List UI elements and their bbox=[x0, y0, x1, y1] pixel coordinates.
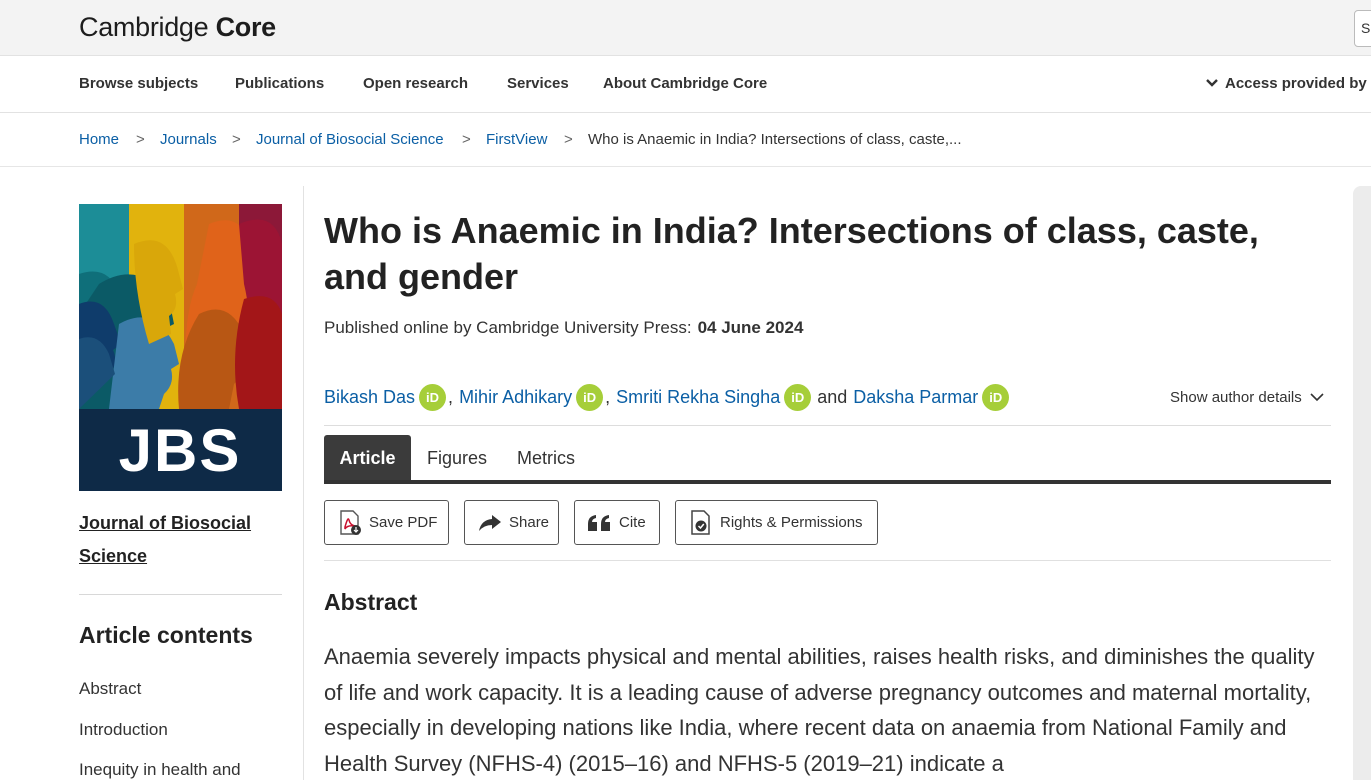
breadcrumb-journals[interactable]: Journals bbox=[160, 131, 217, 148]
orcid-icon[interactable]: iD bbox=[419, 384, 447, 411]
share-arrow-icon bbox=[477, 510, 503, 536]
published-prefix: Published online by Cambridge University… bbox=[324, 318, 692, 337]
access-provided-toggle[interactable]: Access provided by bbox=[1205, 75, 1367, 92]
author-separator: , bbox=[448, 387, 454, 407]
abstract-text: Anaemia severely impacts physical and me… bbox=[324, 644, 1315, 776]
orcid-icon[interactable]: iD bbox=[784, 384, 812, 411]
main-nav: Browse subjects Publications Open resear… bbox=[0, 56, 1371, 113]
cambridge-core-logo[interactable]: Cambridge Core bbox=[79, 12, 276, 43]
nav-browse-subjects[interactable]: Browse subjects bbox=[79, 75, 198, 92]
author-link[interactable]: Daksha Parmar bbox=[853, 387, 978, 408]
nav-open-research[interactable]: Open research bbox=[363, 75, 468, 92]
quote-icon bbox=[587, 510, 613, 536]
published-line: Published online by Cambridge University… bbox=[324, 318, 803, 338]
tab-article[interactable]: Article bbox=[324, 435, 411, 481]
column-divider bbox=[303, 186, 304, 780]
share-button[interactable]: Share bbox=[464, 500, 559, 545]
nav-about-cambridge-core[interactable]: About Cambridge Core bbox=[603, 75, 767, 92]
author-link[interactable]: Mihir Adhikary bbox=[459, 387, 572, 408]
search-button-label: S bbox=[1361, 20, 1371, 36]
article-title: Who is Anaemic in India? Intersections o… bbox=[324, 210, 1259, 297]
author-link[interactable]: Smriti Rekha Singha bbox=[616, 387, 780, 408]
brand-part2: Core bbox=[215, 12, 277, 42]
breadcrumb-separator: > bbox=[564, 131, 573, 148]
cite-label: Cite bbox=[619, 514, 646, 531]
orcid-icon[interactable]: iD bbox=[982, 384, 1010, 411]
tab-metrics[interactable]: Metrics bbox=[517, 435, 575, 481]
chevron-down-icon bbox=[1205, 75, 1225, 92]
cover-illustration: JBS bbox=[79, 204, 282, 491]
site-header: Cambridge Core S bbox=[0, 0, 1371, 56]
right-panel-edge bbox=[1353, 186, 1371, 780]
author-list: Bikash Das iD , Mihir Adhikary iD , Smri… bbox=[324, 384, 1010, 411]
breadcrumb-firstview[interactable]: FirstView bbox=[486, 131, 547, 148]
toc-item-abstract[interactable]: Abstract bbox=[79, 679, 141, 699]
published-date: 04 June 2024 bbox=[697, 318, 804, 337]
breadcrumb-home[interactable]: Home bbox=[79, 131, 119, 148]
breadcrumb-separator: > bbox=[136, 131, 145, 148]
abstract-heading: Abstract bbox=[324, 589, 418, 615]
show-author-details-toggle[interactable]: Show author details bbox=[1170, 389, 1324, 406]
tab-figures[interactable]: Figures bbox=[427, 435, 487, 481]
nav-services[interactable]: Services bbox=[507, 75, 569, 92]
toc-item-inequity[interactable]: Inequity in health and bbox=[79, 760, 241, 780]
rights-permissions-label: Rights & Permissions bbox=[720, 514, 863, 531]
breadcrumb-separator: > bbox=[232, 131, 241, 148]
nav-publications[interactable]: Publications bbox=[235, 75, 324, 92]
journal-cover-image[interactable]: JBS bbox=[79, 204, 282, 491]
breadcrumb: Home > Journals > Journal of Biosocial S… bbox=[0, 113, 1371, 167]
chevron-down-icon bbox=[1310, 393, 1324, 402]
journal-name-link[interactable]: Journal of Biosocial Science bbox=[79, 507, 279, 573]
author-separator: , bbox=[605, 387, 611, 407]
save-pdf-label: Save PDF bbox=[369, 514, 438, 531]
article-contents-heading: Article contents bbox=[79, 622, 253, 648]
show-author-details-label: Show author details bbox=[1170, 389, 1302, 406]
search-button[interactable]: S bbox=[1354, 10, 1371, 47]
sidebar-divider bbox=[79, 594, 282, 595]
save-pdf-button[interactable]: Save PDF bbox=[324, 500, 449, 545]
toc-item-introduction[interactable]: Introduction bbox=[79, 720, 168, 740]
cite-button[interactable]: Cite bbox=[574, 500, 660, 545]
actions-divider bbox=[324, 560, 1331, 561]
author-link[interactable]: Bikash Das bbox=[324, 387, 415, 408]
share-label: Share bbox=[509, 514, 550, 531]
author-separator: and bbox=[817, 387, 848, 407]
tabs-underline-bar bbox=[324, 480, 1331, 484]
rights-permissions-button[interactable]: Rights & Permissions bbox=[675, 500, 878, 545]
brand-part1: Cambridge bbox=[79, 12, 216, 42]
cover-title: JBS bbox=[119, 417, 242, 484]
access-provided-label: Access provided by bbox=[1225, 75, 1367, 92]
breadcrumb-journal[interactable]: Journal of Biosocial Science bbox=[256, 131, 444, 148]
permissions-doc-icon bbox=[688, 509, 714, 536]
breadcrumb-separator: > bbox=[462, 131, 471, 148]
orcid-icon[interactable]: iD bbox=[576, 384, 604, 411]
breadcrumb-current: Who is Anaemic in India? Intersections o… bbox=[588, 131, 962, 148]
tabs-top-rule bbox=[324, 425, 1331, 426]
pdf-icon bbox=[337, 509, 363, 536]
